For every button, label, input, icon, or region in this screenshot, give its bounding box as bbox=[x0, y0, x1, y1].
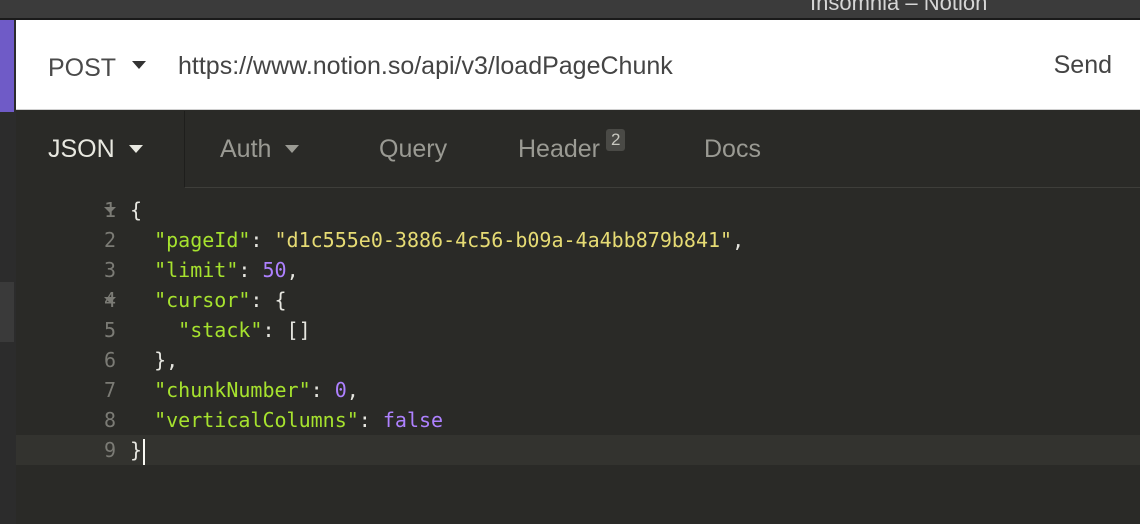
url-bar: POST Send bbox=[16, 20, 1140, 110]
code-line: 5 "stack": [] bbox=[16, 315, 1140, 345]
code-text: "cursor": { bbox=[154, 288, 287, 312]
json-string: "d1c555e0-3886-4c56-b09a-4a4bb879b841" bbox=[274, 228, 733, 252]
tab-underline bbox=[185, 187, 1140, 188]
code-line: 8 "verticalColumns": false bbox=[16, 405, 1140, 435]
json-boolean: false bbox=[382, 408, 444, 432]
tab-query[interactable]: Query bbox=[379, 111, 447, 187]
window-title: Insomnia – Notion bbox=[810, 0, 988, 15]
line-number: 2 bbox=[103, 228, 116, 252]
chevron-down-icon bbox=[128, 145, 143, 153]
code-text: "chunkNumber": 0, bbox=[154, 378, 359, 402]
method-dropdown[interactable]: POST bbox=[48, 54, 147, 83]
tab-docs-label: Docs bbox=[704, 134, 761, 163]
code-text: } bbox=[130, 435, 146, 465]
fold-arrow-icon[interactable] bbox=[104, 297, 116, 303]
json-key: "limit" bbox=[154, 258, 239, 282]
code-text: "limit": 50, bbox=[154, 258, 299, 282]
json-key: "chunkNumber" bbox=[154, 378, 311, 402]
send-button[interactable]: Send bbox=[1054, 51, 1112, 80]
tab-auth[interactable]: Auth bbox=[220, 111, 300, 187]
line-number: 9 bbox=[103, 438, 116, 462]
code-text: "verticalColumns": false bbox=[154, 408, 444, 432]
tab-header-label: Header bbox=[518, 134, 600, 163]
window-titlebar: Insomnia – Notion bbox=[0, 0, 1140, 18]
active-request-indicator bbox=[0, 20, 14, 112]
code-line: 3 "limit": 50, bbox=[16, 255, 1140, 285]
tab-header[interactable]: Header 2 bbox=[518, 111, 626, 187]
code-line: 2 "pageId": "d1c555e0-3886-4c56-b09a-4a4… bbox=[16, 225, 1140, 255]
code-line: 6 }, bbox=[16, 345, 1140, 375]
code-line-current: 9 } bbox=[16, 435, 1140, 465]
tab-auth-label: Auth bbox=[220, 134, 272, 163]
json-number: 0 bbox=[334, 378, 347, 402]
code-line: 4 "cursor": { bbox=[16, 285, 1140, 315]
json-body-editor[interactable]: 1 { 2 "pageId": "d1c555e0-3886-4c56-b09a… bbox=[16, 195, 1140, 524]
request-tabs: JSON Auth Query Header 2 Docs bbox=[16, 111, 1140, 188]
tab-docs[interactable]: Docs bbox=[704, 111, 761, 187]
sidebar-item-highlight bbox=[0, 282, 14, 342]
json-number: 50 bbox=[262, 258, 287, 282]
code-line: 7 "chunkNumber": 0, bbox=[16, 375, 1140, 405]
json-key: "verticalColumns" bbox=[154, 408, 359, 432]
tab-divider bbox=[184, 111, 185, 187]
code-text: { bbox=[130, 198, 143, 222]
text-cursor bbox=[143, 438, 146, 465]
chevron-down-icon bbox=[132, 61, 147, 70]
tab-query-label: Query bbox=[379, 134, 448, 163]
url-input[interactable] bbox=[178, 48, 998, 84]
code-text: "pageId": "d1c555e0-3886-4c56-b09a-4a4bb… bbox=[154, 228, 745, 252]
line-number: 7 bbox=[103, 378, 116, 402]
sidebar-edge bbox=[0, 20, 16, 524]
code-line: 1 { bbox=[16, 195, 1140, 225]
method-label: POST bbox=[48, 54, 117, 82]
line-number: 5 bbox=[103, 318, 116, 342]
chevron-down-icon bbox=[285, 145, 300, 153]
line-number: 6 bbox=[103, 348, 116, 372]
line-number: 3 bbox=[103, 258, 116, 282]
line-number: 8 bbox=[103, 408, 116, 432]
json-key: "cursor" bbox=[154, 288, 251, 312]
json-key: "stack" bbox=[178, 318, 263, 342]
header-count-badge: 2 bbox=[606, 129, 626, 151]
tab-json-label: JSON bbox=[48, 134, 115, 163]
json-key: "pageId" bbox=[154, 228, 251, 252]
fold-arrow-icon[interactable] bbox=[104, 207, 116, 213]
code-text: }, bbox=[130, 348, 179, 372]
tab-json[interactable]: JSON bbox=[48, 111, 143, 187]
code-text: "stack": [] bbox=[178, 318, 311, 342]
